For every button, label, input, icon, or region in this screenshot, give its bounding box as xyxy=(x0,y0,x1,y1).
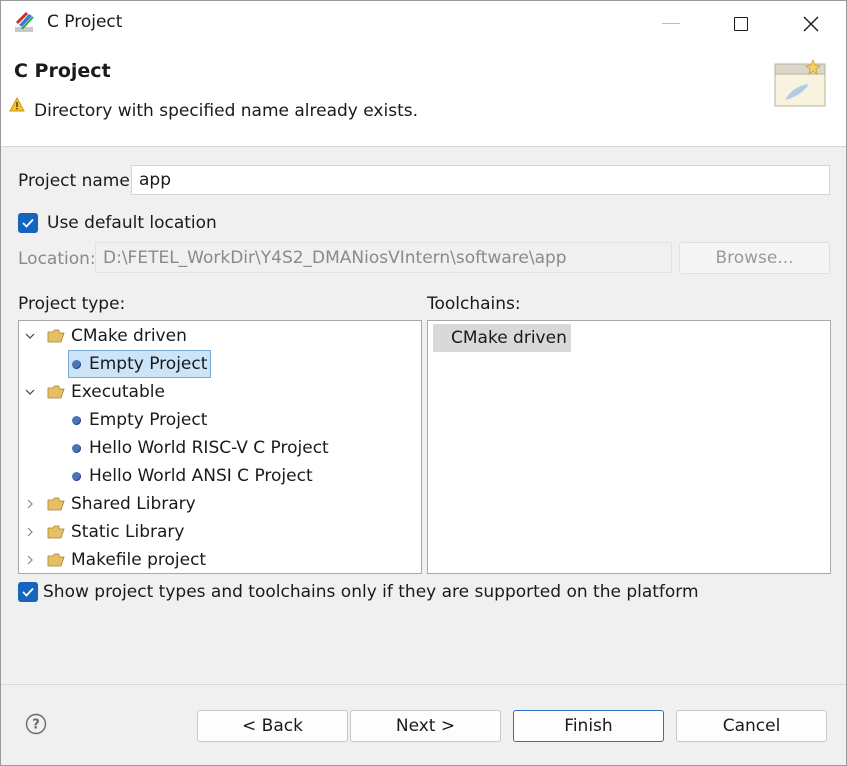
tree-node-label: CMake driven xyxy=(71,326,187,346)
show-supported-checkbox[interactable] xyxy=(18,582,38,602)
folder-icon xyxy=(47,553,65,567)
c-project-dialog: C Project C Project Directory with speci… xyxy=(0,0,847,766)
chevron-down-icon xyxy=(25,389,35,395)
project-name-input[interactable]: app xyxy=(131,165,830,195)
show-supported-label: Show project types and toolchains only i… xyxy=(43,582,699,602)
tree-leaf-executable-empty-project[interactable]: Empty Project xyxy=(72,406,207,434)
project-template-icon xyxy=(72,359,81,369)
folder-icon xyxy=(47,497,65,511)
project-name-value: app xyxy=(139,170,171,190)
warning-icon xyxy=(9,96,25,113)
close-icon xyxy=(803,16,819,31)
svg-text:?: ? xyxy=(32,718,40,733)
minimize-button[interactable] xyxy=(636,1,706,46)
banner-title: C Project xyxy=(14,60,111,82)
tree-leaf-label: Empty Project xyxy=(89,354,208,374)
tree-leaf-label: Hello World RISC-V C Project xyxy=(89,438,329,458)
next-button[interactable]: Next > xyxy=(350,710,501,742)
folder-icon xyxy=(47,525,65,539)
maximize-button[interactable] xyxy=(706,1,776,46)
tree-leaf-label: Hello World ANSI C Project xyxy=(89,466,313,486)
chevron-right-icon xyxy=(27,555,33,565)
minimize-icon xyxy=(662,23,680,24)
tree-node-label: Shared Library xyxy=(71,494,196,514)
project-type-tree[interactable]: CMake driven Empty Project Executable Em… xyxy=(18,320,422,574)
back-button[interactable]: < Back xyxy=(197,710,348,742)
close-button[interactable] xyxy=(776,1,846,46)
use-default-location-checkbox[interactable] xyxy=(18,213,38,233)
project-template-icon xyxy=(72,471,81,481)
tree-node-static-library[interactable]: Static Library xyxy=(23,518,184,546)
toolchain-item-cmake-driven[interactable]: CMake driven xyxy=(433,324,571,352)
banner-message: Directory with specified name already ex… xyxy=(34,101,418,121)
wizard-banner: C Project Directory with specified name … xyxy=(1,46,846,147)
location-input[interactable]: D:\FETEL_WorkDir\Y4S2_DMANiosVIntern\sof… xyxy=(95,242,672,273)
browse-button[interactable]: Browse... xyxy=(679,242,830,274)
use-default-location-label: Use default location xyxy=(47,213,217,233)
help-icon[interactable]: ? xyxy=(25,713,47,735)
chevron-right-icon xyxy=(27,527,33,537)
title-bar: C Project xyxy=(1,1,846,46)
selected-highlight: Empty Project xyxy=(68,350,212,378)
window-title: C Project xyxy=(47,12,123,32)
finish-button[interactable]: Finish xyxy=(513,710,664,742)
new-project-wizard-icon xyxy=(771,56,831,114)
toolchains-label: Toolchains: xyxy=(427,294,521,314)
folder-icon xyxy=(47,329,65,343)
location-value: D:\FETEL_WorkDir\Y4S2_DMANiosVIntern\sof… xyxy=(103,247,567,268)
tree-node-cmake-driven[interactable]: CMake driven xyxy=(23,322,187,350)
location-label: Location: xyxy=(18,249,96,269)
tree-node-label: Makefile project xyxy=(71,550,207,570)
tree-leaf-label: Empty Project xyxy=(89,410,208,430)
folder-icon xyxy=(47,385,65,399)
cancel-button[interactable]: Cancel xyxy=(676,710,827,742)
tree-leaf-hello-world-ansi-c[interactable]: Hello World ANSI C Project xyxy=(72,462,313,490)
project-name-label: Project name: xyxy=(18,171,136,191)
tree-node-executable[interactable]: Executable xyxy=(23,378,165,406)
footer-divider xyxy=(1,684,846,685)
project-type-label: Project type: xyxy=(18,294,126,314)
tree-node-label: Executable xyxy=(71,382,165,402)
eclipse-c-project-icon xyxy=(13,11,39,35)
tree-node-makefile-project[interactable]: Makefile project xyxy=(23,546,207,573)
tree-leaf-cmake-empty-project[interactable]: Empty Project xyxy=(68,350,212,378)
checkmark-icon xyxy=(22,587,34,597)
maximize-icon xyxy=(734,16,748,31)
chevron-down-icon xyxy=(25,333,35,339)
toolchain-label: CMake driven xyxy=(451,328,567,348)
checkmark-icon xyxy=(22,218,34,228)
tree-node-shared-library[interactable]: Shared Library xyxy=(23,490,196,518)
tree-node-label: Static Library xyxy=(71,522,185,542)
tree-leaf-hello-world-riscv[interactable]: Hello World RISC-V C Project xyxy=(72,434,329,462)
toolchains-list[interactable]: CMake driven xyxy=(427,320,831,574)
chevron-right-icon xyxy=(27,499,33,509)
project-template-icon xyxy=(72,443,81,453)
project-template-icon xyxy=(72,415,81,425)
